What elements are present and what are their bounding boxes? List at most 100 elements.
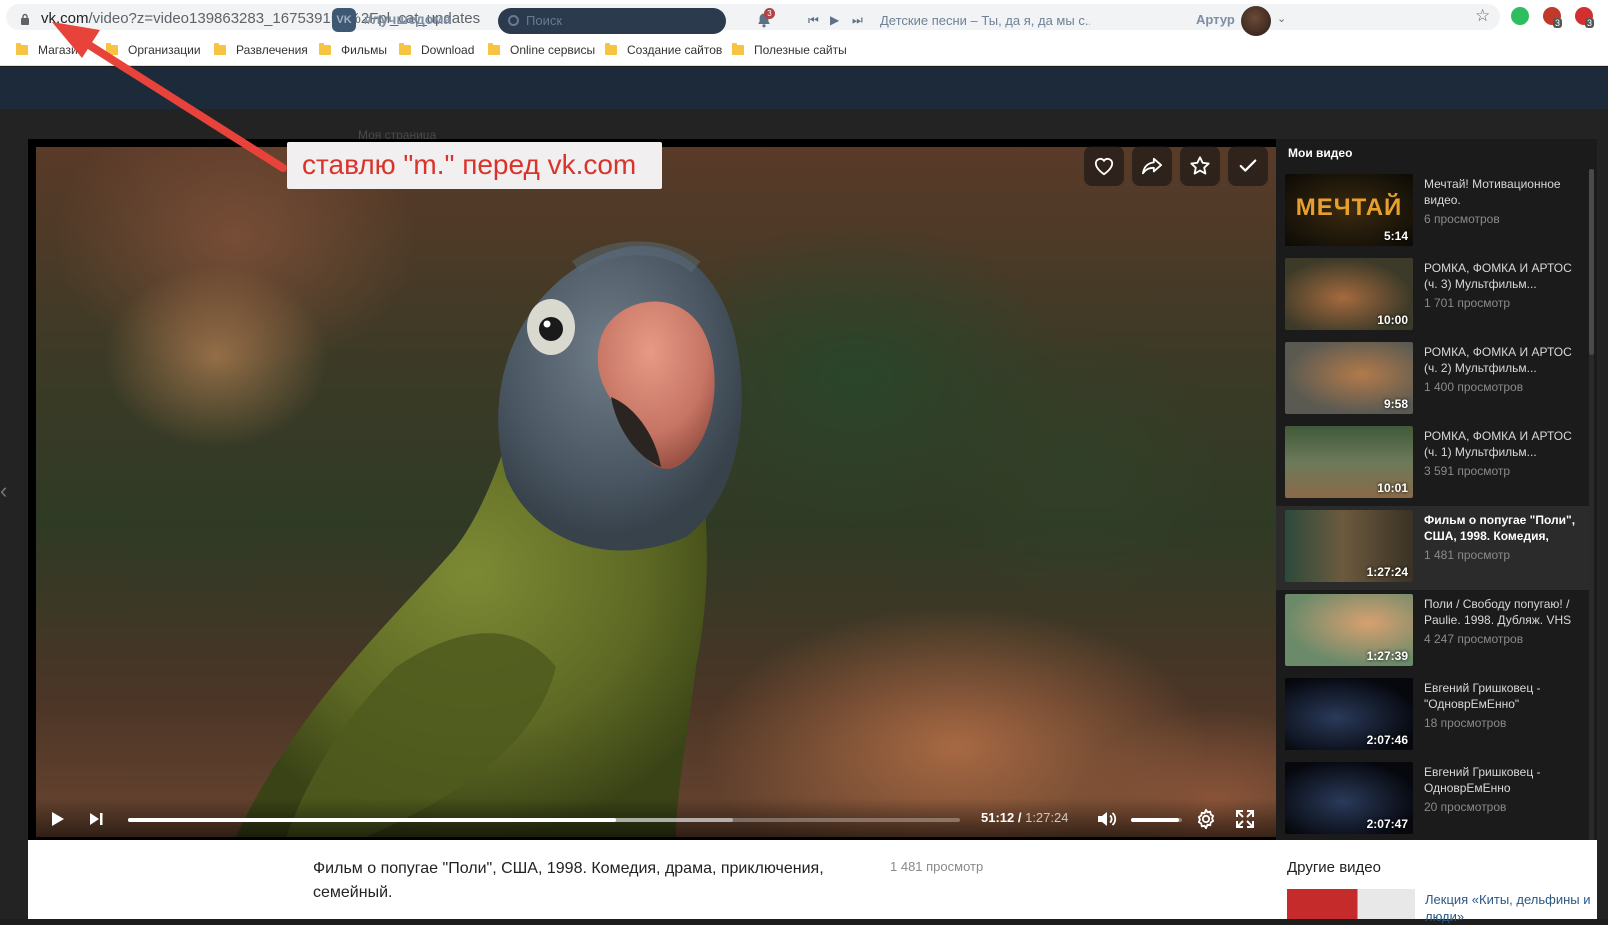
volume-icon[interactable] <box>1095 808 1117 830</box>
list-item[interactable]: 2:07:47 Евгений Гришковец - ОдноврЕмЕнно… <box>1276 758 1589 842</box>
favorite-button[interactable] <box>1180 146 1220 186</box>
search-input[interactable]: Поиск <box>498 8 726 34</box>
video-views: 18 просмотров <box>1424 716 1507 730</box>
list-item[interactable]: 1:27:39 Поли / Свободу попугаю! / Paulie… <box>1276 590 1589 674</box>
like-button[interactable] <box>1084 146 1124 186</box>
video-title: Евгений Гришковец - "ОдноврЕмЕнно" <box>1424 681 1541 711</box>
list-item[interactable]: 10:00 РОМКА, ФОМКА И АРТОС (ч. 3) Мультф… <box>1276 254 1589 338</box>
video-thumbnail: 9:58 <box>1285 342 1413 414</box>
parrot-video-image <box>236 241 742 837</box>
video-thumbnail: 1:27:39 <box>1285 594 1413 666</box>
folder-icon <box>488 43 500 55</box>
chevron-down-icon[interactable]: ⌄ <box>1277 12 1286 25</box>
bookmark-label: Online сервисы <box>510 43 596 57</box>
bookmark-label: Магазин <box>38 43 85 57</box>
share-icon <box>1141 157 1162 175</box>
list-item-active[interactable]: 1:27:24 Фильм о попугае "Поли", США, 199… <box>1276 506 1589 590</box>
extension-badge: 3 <box>1553 18 1563 28</box>
fullscreen-icon[interactable] <box>1234 808 1256 830</box>
video-thumbnail: 10:00 <box>1285 258 1413 330</box>
video-title: РОМКА, ФОМКА И АРТОС (ч. 3) Мультфильм..… <box>1424 261 1572 291</box>
scrollbar-thumb[interactable] <box>1589 169 1594 355</box>
list-item[interactable]: МЕЧТАЙ 5:14 Мечтай! Мотивационное видео.… <box>1276 170 1589 254</box>
notifications-badge: 3 <box>764 8 775 19</box>
video-thumbnail: 2:07:47 <box>1285 762 1413 834</box>
bookmark-folder[interactable]: Создание сайтов <box>605 42 722 58</box>
bookmark-star-icon[interactable]: ☆ <box>1475 6 1490 26</box>
progress-played <box>128 818 616 822</box>
evernote-extension-icon[interactable] <box>1511 7 1529 25</box>
star-icon <box>1190 156 1210 175</box>
bookmark-folder[interactable]: Download <box>399 42 474 58</box>
gear-icon[interactable] <box>1195 808 1217 830</box>
bookmark-folder[interactable]: Организации <box>106 42 201 58</box>
bookmark-folder[interactable]: Развлечения <box>214 42 308 58</box>
search-icon <box>508 15 519 26</box>
video-views: 20 просмотров <box>1424 800 1507 814</box>
vk-hashtag[interactable]: #лучшедома <box>364 11 451 27</box>
video-duration: 10:00 <box>1377 313 1408 327</box>
bookmark-label: Полезные сайты <box>754 43 847 57</box>
thumbnail-caption: МЕЧТАЙ <box>1295 194 1403 221</box>
audio-track-title[interactable]: Детские песни – Ты, да я, да мы с... <box>880 13 1090 28</box>
other-video-thumbnail[interactable] <box>1287 889 1415 919</box>
next-video-icon[interactable] <box>85 808 107 830</box>
play-icon[interactable] <box>46 808 68 830</box>
bookmark-label: Создание сайтов <box>627 43 723 57</box>
video-thumbnail: 10:01 <box>1285 426 1413 498</box>
bookmark-label: Фильмы <box>341 43 387 57</box>
bookmark-folder[interactable]: Полезные сайты <box>732 42 847 58</box>
video-views: 1 400 просмотров <box>1424 380 1524 394</box>
user-name[interactable]: Артур <box>1196 12 1235 27</box>
video-views: 4 247 просмотров <box>1424 632 1524 646</box>
avatar[interactable] <box>1241 6 1271 36</box>
bookmark-folder[interactable]: Фильмы <box>319 42 387 58</box>
checkmark-icon <box>1239 159 1257 172</box>
bookmark-label: Развлечения <box>236 43 308 57</box>
current-time: 51:12 <box>981 810 1015 825</box>
video-title-main: Фильм о попугае "Поли", США, 1998. Комед… <box>313 860 824 901</box>
video-title: Мечтай! Мотивационное видео. <box>1424 177 1561 207</box>
heart-icon <box>1094 158 1114 176</box>
video-duration: 2:07:46 <box>1366 733 1408 747</box>
video-thumbnail: 1:27:24 <box>1285 510 1413 582</box>
url-host: vk.com <box>41 10 89 27</box>
video-thumbnail: 2:07:46 <box>1285 678 1413 750</box>
list-item[interactable]: 9:58 РОМКА, ФОМКА И АРТОС (ч. 2) Мультфи… <box>1276 338 1589 422</box>
folder-icon <box>16 43 28 55</box>
share-button[interactable] <box>1132 146 1172 186</box>
video-views: 1 701 просмотр <box>1424 296 1511 310</box>
added-button[interactable] <box>1228 146 1268 186</box>
video-views-main: 1 481 просмотр <box>890 859 984 874</box>
folder-icon <box>214 43 226 55</box>
next-track-icon[interactable]: ⏭ <box>852 13 863 28</box>
other-video-link[interactable]: Лекция «Киты, дельфины и люди» <box>1425 891 1595 925</box>
list-item[interactable]: 10:01 РОМКА, ФОМКА И АРТОС (ч. 1) Мультф… <box>1276 422 1589 506</box>
volume-level <box>1131 818 1180 822</box>
volume-slider[interactable] <box>1131 818 1182 822</box>
extension-badge: 3 <box>1585 18 1595 28</box>
folder-icon <box>732 43 744 55</box>
video-views: 1 481 просмотр <box>1424 548 1511 562</box>
bookmark-folder[interactable]: Online сервисы <box>488 42 595 58</box>
video-title: РОМКА, ФОМКА И АРТОС (ч. 1) Мультфильм..… <box>1424 429 1572 459</box>
progress-bar[interactable] <box>128 818 960 822</box>
video-duration: 1:27:24 <box>1366 565 1408 579</box>
video-duration: 10:01 <box>1377 481 1408 495</box>
prev-track-icon[interactable]: ⏮ <box>808 13 819 28</box>
time-display: 51:12 / 1:27:24 <box>981 810 1069 825</box>
bookmark-folder[interactable]: Магазин <box>16 42 84 58</box>
list-item[interactable]: 2:07:46 Евгений Гришковец - "ОдноврЕмЕнн… <box>1276 674 1589 758</box>
folder-icon <box>319 43 331 55</box>
folder-icon <box>605 43 617 55</box>
lock-icon <box>21 13 29 25</box>
chevron-left-icon[interactable]: ‹ <box>0 478 7 504</box>
vk-logo[interactable]: VK <box>332 8 356 32</box>
bookmark-label: Download <box>421 43 475 57</box>
video-player[interactable] <box>28 139 1276 840</box>
play-track-icon[interactable]: ▶ <box>830 13 839 27</box>
folder-icon <box>106 43 118 55</box>
bookmark-label: Организации <box>128 43 201 57</box>
video-frame[interactable] <box>36 147 1276 837</box>
address-bar[interactable]: vk.com/video?z=video139863283_167539154%… <box>6 4 1500 30</box>
